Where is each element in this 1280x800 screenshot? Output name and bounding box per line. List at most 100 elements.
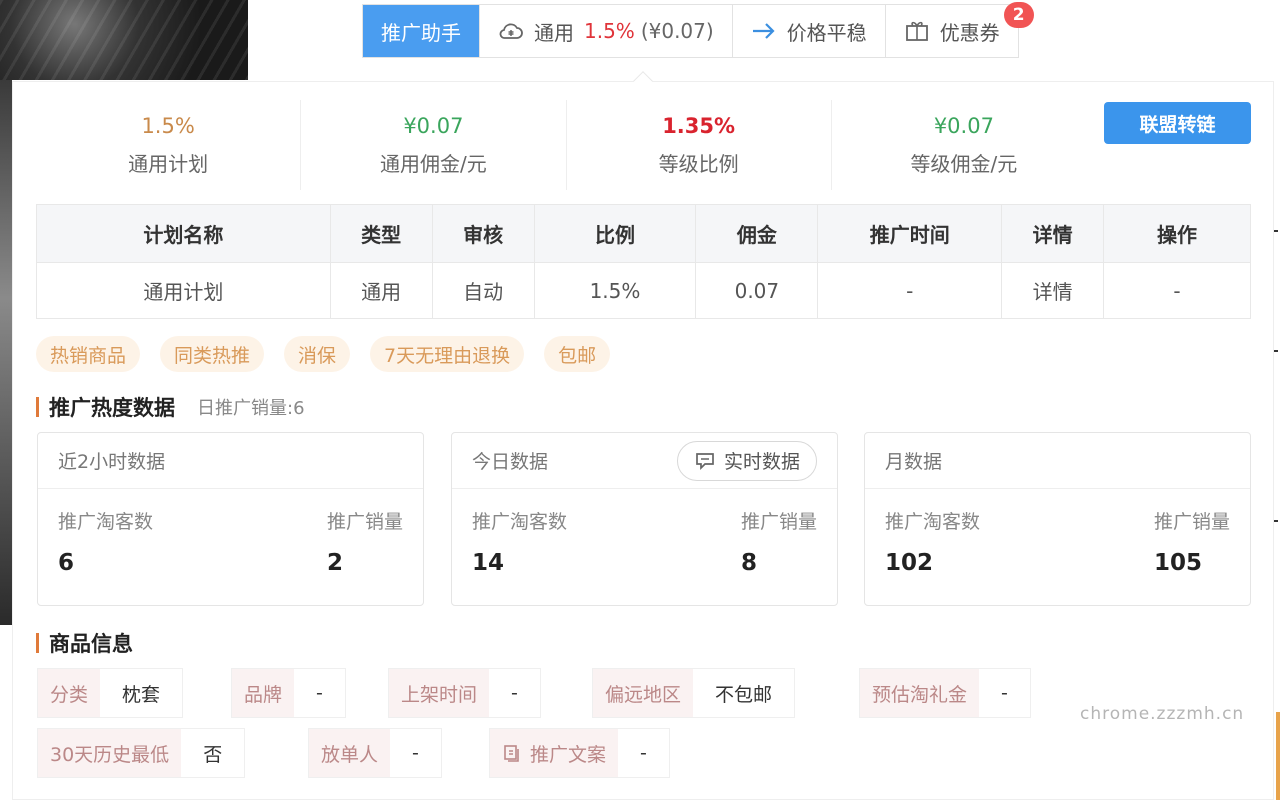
card-value: 102 xyxy=(885,550,934,576)
table-cell: 自动 xyxy=(431,262,535,319)
union-convert-button[interactable]: 联盟转链 xyxy=(1104,102,1251,144)
card-col-left: 推广淘客数 102 xyxy=(885,507,980,576)
table-cell: 通用 xyxy=(329,262,433,319)
coupon-tab[interactable]: 优惠券 2 xyxy=(886,2,1034,57)
promo-heat-section: 推广热度数据 日推广销量:6 xyxy=(36,392,305,422)
general-rate-tab[interactable]: 通用 1.5% (¥0.07) xyxy=(480,5,733,57)
info-value: - xyxy=(618,729,669,777)
info-30day-lowest: 30天历史最低 否 xyxy=(37,728,246,778)
realtime-data-label: 实时数据 xyxy=(723,451,800,473)
info-value: - xyxy=(979,669,1030,717)
info-value: 枕套 xyxy=(100,669,183,717)
info-estimated-gift: 预估淘礼金 - xyxy=(859,668,1031,718)
arrow-right-icon xyxy=(751,21,777,41)
info-listed-by: 放单人 - xyxy=(308,728,442,778)
stat-value: ¥0.07 xyxy=(933,113,994,138)
tag-hot-product: 热销商品 xyxy=(36,336,141,372)
table-cell: - xyxy=(817,262,1003,319)
info-key: 上架时间 xyxy=(389,669,490,717)
tag-7day-return: 7天无理由退换 xyxy=(370,336,525,372)
card-label: 推广销量 xyxy=(740,511,817,533)
table-cell: 1.5% xyxy=(533,262,697,319)
table-cell: 0.07 xyxy=(695,262,819,319)
info-category: 分类 枕套 xyxy=(37,668,184,718)
card-month-data: 月数据 推广淘客数 102 推广销量 105 xyxy=(864,432,1251,606)
info-key: 30天历史最低 xyxy=(38,729,182,777)
tag-free-shipping: 包邮 xyxy=(544,336,611,372)
card-title: 月数据 xyxy=(885,451,943,473)
coupon-label: 优惠券 xyxy=(939,20,1000,45)
card-col-right: 推广销量 8 xyxy=(741,507,817,576)
price-stable-label: 价格平稳 xyxy=(786,20,867,45)
info-key: 分类 xyxy=(38,669,101,717)
promo-toolbar: 推广助手 通用 1.5% (¥0.07) 价格平稳 优惠券 2 xyxy=(362,2,1034,58)
section-title: 商品信息 xyxy=(49,632,133,656)
stat-label: 通用佣金/元 xyxy=(380,151,487,176)
background-fragment xyxy=(1276,712,1280,800)
column-header: 计划名称 xyxy=(36,204,331,263)
card-body: 推广淘客数 6 推广销量 2 xyxy=(38,489,423,576)
card-value: 8 xyxy=(740,550,757,576)
column-header: 详情 xyxy=(1001,204,1105,263)
stat-general-plan: 1.5% 通用计划 xyxy=(36,100,302,190)
info-value: 不包邮 xyxy=(693,669,795,717)
card-label: 推广淘客数 xyxy=(885,511,981,533)
section-title: 推广热度数据 xyxy=(49,396,175,420)
plan-table: 计划名称 类型 审核 比例 佣金 推广时间 详情 操作 通用计划 通用 自动 1… xyxy=(36,204,1251,319)
section-accent-bar xyxy=(36,397,39,417)
info-listing-time: 上架时间 - xyxy=(388,668,541,718)
coupon-count-badge: 2 xyxy=(1003,2,1034,28)
info-key: 偏远地区 xyxy=(593,669,694,717)
tag-similar-hot: 同类热推 xyxy=(160,336,265,372)
table-header-row: 计划名称 类型 审核 比例 佣金 推广时间 详情 操作 xyxy=(36,204,1251,263)
price-stable-tab[interactable]: 价格平稳 xyxy=(733,5,886,57)
general-label: 通用 xyxy=(534,20,574,45)
cloud-money-icon xyxy=(498,19,524,43)
card-header: 月数据 xyxy=(865,433,1250,489)
table-cell: - xyxy=(1103,262,1251,319)
card-2hour-data: 近2小时数据 推广淘客数 6 推广销量 2 xyxy=(37,432,424,606)
column-header: 操作 xyxy=(1103,204,1251,263)
info-value: - xyxy=(390,729,441,777)
info-key: 推广文案 xyxy=(490,729,619,777)
info-key-label: 推广文案 xyxy=(530,743,607,766)
card-col-left: 推广淘客数 6 xyxy=(58,507,153,576)
table-cell: 通用计划 xyxy=(36,262,331,319)
stat-value: 1.5% xyxy=(141,113,195,138)
card-label: 推广销量 xyxy=(1153,511,1230,533)
card-header: 今日数据 实时数据 xyxy=(452,433,837,489)
column-header: 推广时间 xyxy=(817,204,1003,263)
card-value: 105 xyxy=(1153,550,1202,576)
stat-value: 1.35% xyxy=(662,113,736,138)
stat-general-commission: ¥0.07 通用佣金/元 xyxy=(301,100,567,190)
info-key: 品牌 xyxy=(232,669,295,717)
table-row: 通用计划 通用 自动 1.5% 0.07 - 详情 - xyxy=(36,262,1251,319)
column-header: 类型 xyxy=(329,204,433,263)
commission-stats: 1.5% 通用计划 ¥0.07 通用佣金/元 1.35% 等级比例 ¥0.07 … xyxy=(36,100,1096,190)
realtime-data-button[interactable]: 实时数据 xyxy=(676,440,817,481)
card-label: 推广淘客数 xyxy=(58,511,154,533)
background-page-edge xyxy=(0,80,12,625)
promo-assistant-tab[interactable]: 推广助手 xyxy=(363,5,480,57)
info-promo-copy[interactable]: 推广文案 - xyxy=(489,728,670,778)
stat-level-rate: 1.35% 等级比例 xyxy=(567,100,832,190)
stat-label: 等级比例 xyxy=(658,151,739,176)
card-label: 推广淘客数 xyxy=(472,511,568,533)
stat-level-commission: ¥0.07 等级佣金/元 xyxy=(832,100,1096,190)
info-key: 放单人 xyxy=(309,729,391,777)
info-remote-area: 偏远地区 不包邮 xyxy=(592,668,796,718)
card-label: 推广销量 xyxy=(326,511,403,533)
card-col-right: 推广销量 2 xyxy=(327,507,403,576)
info-value: - xyxy=(294,669,345,717)
card-col-left: 推广淘客数 14 xyxy=(472,507,567,576)
watermark-text: chrome.zzzmh.cn xyxy=(1080,704,1245,724)
tag-consumer-protection: 消保 xyxy=(284,336,351,372)
promo-assistant-label: 推广助手 xyxy=(381,20,461,45)
card-header: 近2小时数据 xyxy=(38,433,423,489)
gift-icon xyxy=(904,19,930,43)
general-rate: 1.5% xyxy=(584,19,635,43)
stat-label: 通用计划 xyxy=(128,151,209,176)
detail-link[interactable]: 详情 xyxy=(1001,262,1105,319)
daily-sales-text: 日推广销量:6 xyxy=(197,398,305,419)
stat-label: 等级佣金/元 xyxy=(910,151,1018,176)
